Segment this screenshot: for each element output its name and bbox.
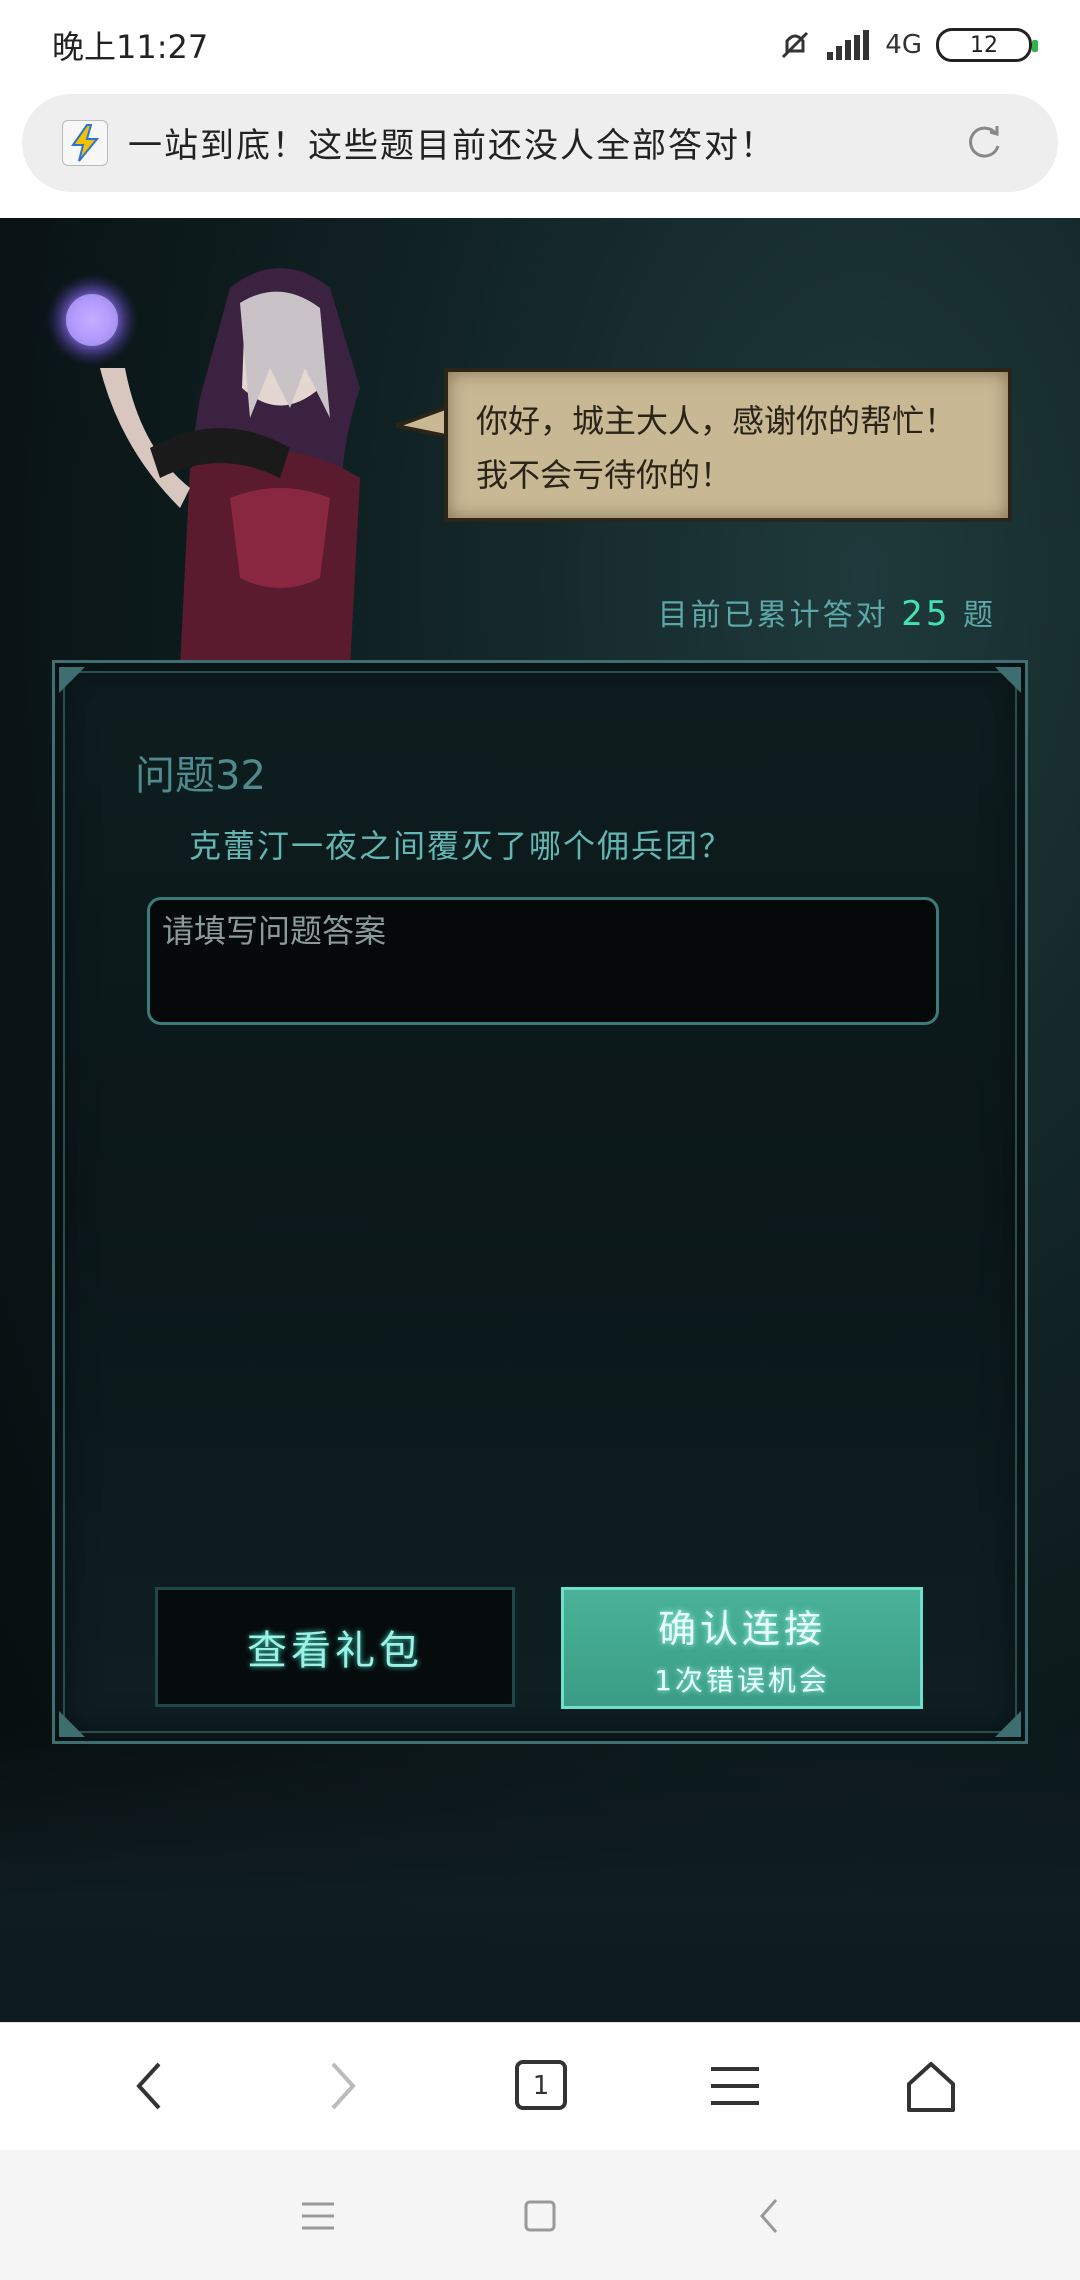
status-bar: 晚上11:27 4G 12 [0,0,1080,90]
question-title: 问题32 [135,753,266,799]
status-time: 晚上11:27 [52,28,209,66]
tab-count: 1 [532,2071,550,2101]
count-value: 25 [901,594,951,634]
answer-input[interactable] [150,900,936,1022]
confirm-connect-button[interactable]: 确认连接 1次错误机会 [561,1587,923,1709]
npc-dialog: 你好，城主大人，感谢你的帮忙！ 我不会亏待你的！ [476,394,956,502]
npc-dialog-line-2: 我不会亏待你的！ [476,456,733,494]
question-panel: 问题32 克蕾汀一夜之间覆灭了哪个佣兵团？ 查看礼包 确认连接 1次错误机会 [52,660,1028,1744]
tabs-icon[interactable]: 1 [506,2053,576,2119]
browser-nav-bar: 1 [0,2022,1080,2149]
answer-field[interactable] [147,897,939,1025]
npc-dialog-line-1: 你好，城主大人，感谢你的帮忙！ [476,402,957,440]
corner-ornament-icon [995,667,1021,693]
system-nav-bar [0,2150,1080,2280]
npc-speech-bubble: 你好，城主大人，感谢你的帮忙！ 我不会亏待你的！ [444,368,1012,522]
remaining-chances-label: 1次错误机会 [654,1663,830,1697]
menu-icon[interactable] [700,2053,770,2119]
battery-level: 12 [970,32,998,58]
home-icon[interactable] [896,2053,966,2119]
recent-apps-icon[interactable] [296,2194,340,2238]
corner-ornament-icon [995,1711,1021,1737]
battery-icon: 12 [936,28,1038,62]
network-type: 4G [885,30,922,60]
reload-icon[interactable] [956,116,1010,170]
witch-character-illustration [46,268,360,668]
address-bar[interactable]: 一站到底！这些题目前还没人全部答对！ [22,94,1058,192]
count-suffix: 题 [963,598,996,633]
forward-icon[interactable] [308,2053,378,2119]
correct-count: 目前已累计答对 25 题 [658,590,996,634]
game-floor-decoration [0,1722,1080,2022]
corner-ornament-icon [59,667,85,693]
corner-ornament-icon [59,1711,85,1737]
view-gift-button[interactable]: 查看礼包 [155,1587,515,1707]
favicon-icon [62,120,108,166]
status-icons: 4G 12 [777,22,1038,68]
confirm-button-label: 确认连接 [657,1606,826,1651]
signal-icon [827,30,870,60]
game-canvas: 你好，城主大人，感谢你的帮忙！ 我不会亏待你的！ 目前已累计答对 25 题 问题… [0,218,1080,2022]
page-title: 一站到底！这些题目前还没人全部答对！ [128,126,776,166]
home-square-icon[interactable] [518,2194,562,2238]
system-back-icon[interactable] [748,2194,792,2238]
back-icon[interactable] [114,2053,184,2119]
mute-icon [782,31,809,59]
question-text: 克蕾汀一夜之间覆灭了哪个佣兵团？ [189,827,734,865]
count-prefix: 目前已累计答对 [657,598,889,633]
